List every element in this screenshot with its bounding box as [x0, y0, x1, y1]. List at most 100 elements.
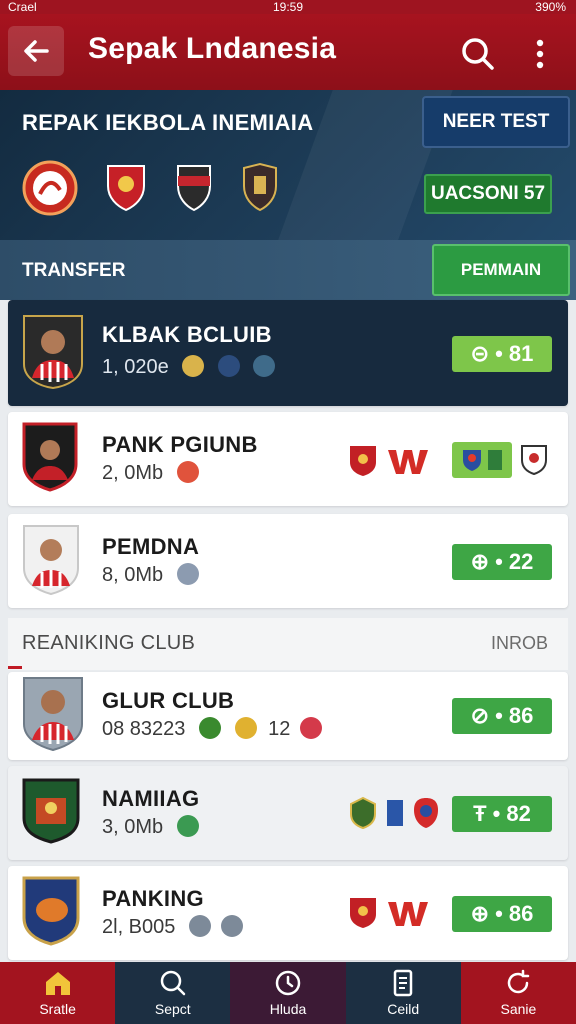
search-button[interactable] — [458, 34, 498, 74]
club-mini-icon — [176, 814, 199, 837]
score-value: • 22 — [495, 549, 534, 574]
ranking-card[interactable]: NAMIIAG 3, 0Mb Ŧ • 82 — [8, 766, 568, 860]
club-name: PANK PGIUNB — [102, 432, 258, 457]
more-menu-button[interactable] — [524, 34, 556, 74]
nav-item-more[interactable]: Sanie — [460, 962, 576, 1024]
transfer-fee: 1, 020e — [102, 354, 276, 379]
club-mini-icon — [176, 460, 199, 483]
stat-value: 3, 0Mb — [102, 816, 164, 838]
club-mini-icon — [488, 450, 502, 470]
club-mini-icon — [387, 800, 403, 826]
player-avatar — [23, 315, 83, 390]
score-badge[interactable]: ⊕ • 86 — [452, 896, 552, 932]
more-vertical-icon — [536, 39, 544, 69]
search-icon — [160, 970, 186, 996]
clock-icon — [275, 970, 301, 996]
pemain-button[interactable]: PEMMAIN — [432, 244, 570, 296]
club-badge-row — [452, 442, 548, 478]
club-badge-row — [348, 444, 432, 478]
nav-item-search[interactable]: Sepct — [115, 962, 231, 1024]
stat-value: 2l, B005 — [102, 916, 176, 938]
club-shield-icon — [521, 445, 547, 476]
score-badge[interactable] — [452, 442, 512, 478]
club-shield-icon[interactable] — [240, 162, 280, 212]
club-name: PEMDNA — [102, 534, 200, 559]
vacs-badge[interactable]: UACSONI 57 — [424, 174, 552, 214]
score-badge[interactable]: ⊝ • 81 — [452, 336, 552, 372]
nav-label: Ceild — [387, 1001, 420, 1017]
home-icon — [45, 972, 70, 995]
hero-title: REPAK IEKBOLA INEMIAIA — [22, 110, 314, 135]
club-shield-icon — [350, 898, 376, 928]
club-mini-icon — [217, 354, 240, 377]
transfer-card[interactable]: PEMDNA 8, 0Mb ⊕ • 22 — [8, 514, 568, 608]
club-mini-icon — [220, 914, 243, 937]
score-badge[interactable]: ⊘ • 86 — [452, 698, 552, 734]
transfer-fee: 8, 0Mb — [102, 562, 199, 587]
club-mini-icon — [253, 354, 276, 377]
score-badge[interactable]: Ŧ • 82 — [452, 796, 552, 832]
ranking-section-header: REANIKING CLUB INROB — [8, 618, 568, 670]
club-shield-icon[interactable] — [104, 162, 148, 212]
refresh-icon — [508, 969, 530, 994]
transfer-section-header: TRANSFER PEMMAIN — [0, 240, 576, 300]
app-bar: Sepak Lndanesia — [0, 14, 576, 90]
club-shield-icon[interactable] — [174, 162, 214, 212]
section-accent — [8, 666, 22, 669]
stat-extra: 12 — [268, 718, 291, 740]
club-shield-icon — [350, 796, 376, 830]
club-shield-icon — [350, 446, 376, 476]
club-logo-icon[interactable] — [22, 160, 78, 216]
transfer-fee: 2, 0Mb — [102, 460, 199, 485]
back-button[interactable] — [8, 26, 64, 76]
status-bar: Crael 19:59 390% — [0, 0, 576, 14]
search-icon — [462, 38, 494, 70]
transfer-title: TRANSFER — [22, 260, 126, 281]
score-value: • 86 — [495, 901, 534, 926]
ranking-stat: 2l, B005 — [102, 914, 243, 939]
stat-value: 08 83223 — [102, 718, 186, 740]
club-name: NAMIIAG — [102, 786, 200, 811]
club-name: PANKING — [102, 886, 204, 911]
clock: 19:59 — [272, 0, 304, 14]
document-icon — [393, 969, 413, 997]
score-symbol: ⊕ — [470, 901, 490, 926]
ranking-card[interactable]: GLUR CLUB 08 83223 12 ⊘ • 86 — [8, 672, 568, 760]
transfer-card[interactable]: PANK PGIUNB 2, 0Mb — [8, 412, 568, 506]
fee-value: 2, 0Mb — [102, 462, 164, 484]
ranking-title: REANIKING CLUB — [22, 632, 196, 654]
battery-percent: 390% — [535, 0, 566, 14]
club-mini-icon — [299, 716, 322, 739]
score-value: • 86 — [495, 703, 534, 728]
brand-logo-icon — [388, 902, 428, 926]
page-title: Sepak Lndanesia — [88, 32, 337, 65]
fee-value: 1, 020e — [102, 356, 169, 378]
score-badge[interactable]: ⊕ • 22 — [452, 544, 552, 580]
club-shield-icon — [22, 876, 80, 946]
score-value: • 81 — [495, 341, 534, 366]
nav-label: Sepct — [154, 1001, 191, 1017]
ranking-card[interactable]: PANKING 2l, B005 ⊕ • 86 — [8, 866, 568, 960]
nav-label: Hluda — [269, 1001, 307, 1017]
nav-label: Sratle — [39, 1001, 76, 1017]
player-avatar — [23, 677, 83, 752]
nav-item-history[interactable]: Hluda — [230, 962, 346, 1024]
nav-label: Sanie — [500, 1001, 537, 1017]
ranking-stat: 08 83223 12 — [102, 716, 322, 741]
nav-item-home[interactable]: Sratle — [0, 962, 116, 1024]
club-mini-icon — [234, 716, 257, 739]
club-name: GLUR CLUB — [102, 688, 235, 713]
arrow-left-icon — [24, 40, 49, 62]
ranking-stat: 3, 0Mb — [102, 814, 199, 839]
score-symbol: ⊕ — [470, 549, 490, 574]
transfer-card[interactable]: KLBAK BCLUIB 1, 020e ⊝ • 81 — [8, 300, 568, 406]
club-name: KLBAK BCLUIB — [102, 322, 272, 347]
nav-item-documents[interactable]: Ceild — [345, 962, 461, 1024]
hero-banner: REPAK IEKBOLA INEMIAIA NEER TEST UACSONI… — [0, 90, 576, 240]
club-mini-icon — [176, 562, 199, 585]
hero-test-button[interactable]: NEER TEST — [422, 96, 570, 148]
bottom-navigation: Sratle Sepct Hluda Ceild Sanie — [0, 962, 576, 1024]
club-shield-icon — [22, 778, 80, 844]
club-shield-icon — [414, 798, 438, 828]
ranking-more-link[interactable]: INROB — [491, 633, 548, 654]
